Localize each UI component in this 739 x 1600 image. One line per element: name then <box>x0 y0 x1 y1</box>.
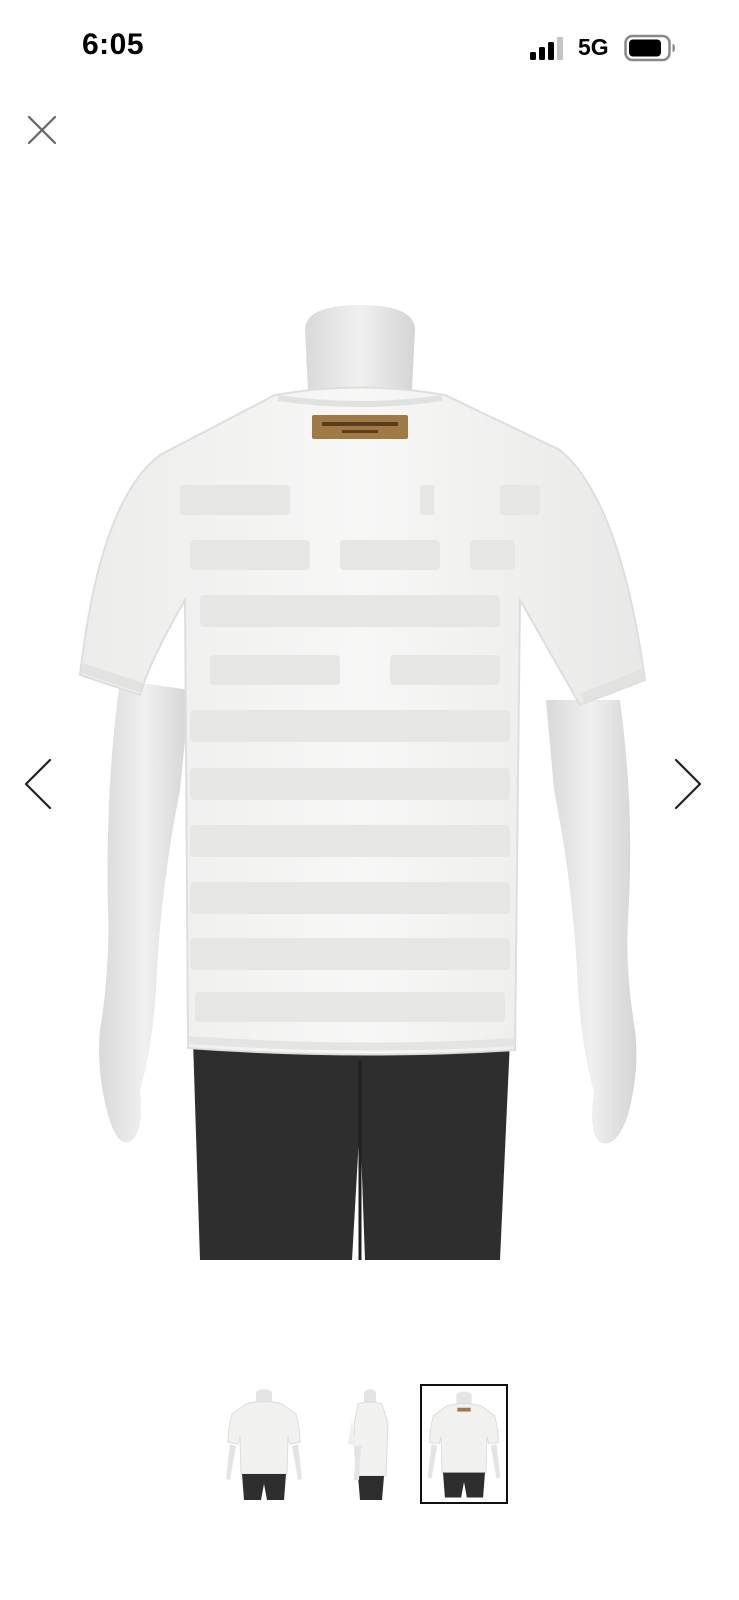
thumbnail-front-image <box>226 1389 302 1500</box>
chevron-right-icon <box>674 758 702 810</box>
status-time: 6:05 <box>82 28 145 61</box>
thumbnail-side-image <box>348 1389 389 1500</box>
product-image <box>78 305 647 1260</box>
screen: 6:05 5G <box>0 0 739 1600</box>
cellular-signal-icon <box>530 37 563 60</box>
thumbnail-back-image <box>427 1391 501 1498</box>
status-bar: 6:05 5G <box>0 0 739 100</box>
next-image-button[interactable] <box>670 756 704 812</box>
network-label: 5G <box>578 34 609 60</box>
thumbnail-side[interactable] <box>326 1384 414 1504</box>
thumbnail-back[interactable] <box>420 1384 508 1504</box>
battery-icon <box>624 34 675 62</box>
close-button[interactable] <box>24 112 60 148</box>
close-icon <box>27 115 57 145</box>
thumbnail-front[interactable] <box>220 1384 308 1504</box>
chevron-left-icon <box>24 758 52 810</box>
brand-label-patch <box>312 415 408 439</box>
thumbnail-strip <box>220 1384 520 1508</box>
previous-image-button[interactable] <box>22 756 56 812</box>
